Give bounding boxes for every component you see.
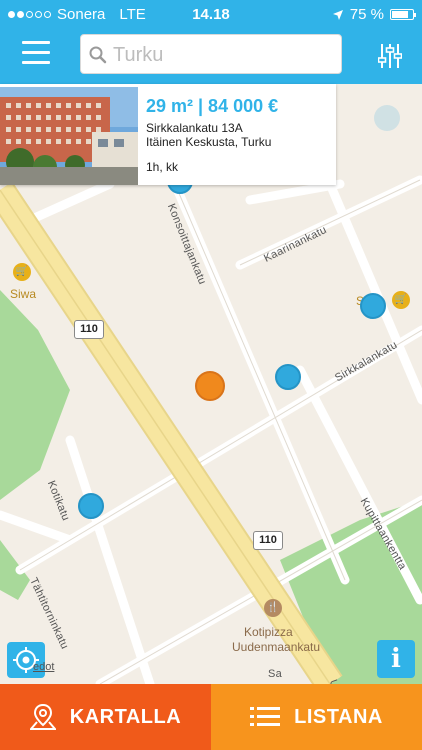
poi-label-kotipizza-street: Uudenmaankatu <box>232 640 321 654</box>
listing-price: 29 m² | 84 000 € <box>146 96 279 116</box>
restaurant-icon[interactable]: 🍴 <box>264 599 282 617</box>
listing-marker[interactable] <box>78 493 104 519</box>
nav-bar <box>0 28 422 84</box>
poi-label-kotipizza: Kotipizza <box>244 625 293 639</box>
listing-marker[interactable] <box>275 364 301 390</box>
listing-address: Sirkkalankatu 13A <box>146 121 243 135</box>
shopping-cart-icon[interactable]: 🛒 <box>392 291 410 309</box>
search-box[interactable] <box>80 34 342 74</box>
status-right: 75 % <box>332 6 416 23</box>
poi-label-siwa: Siwa <box>10 287 37 301</box>
menu-button[interactable] <box>22 41 50 65</box>
listing-area: Itäinen Keskusta, Turku <box>146 135 272 149</box>
battery-icon <box>390 9 416 20</box>
listing-card[interactable]: 29 m² | 84 000 € Sirkkalankatu 13A Itäin… <box>0 84 336 185</box>
listing-rooms: 1h, kk <box>146 160 179 174</box>
list-icon <box>250 707 281 726</box>
info-button[interactable]: i <box>377 640 415 678</box>
info-icon: i <box>391 644 401 674</box>
tab-map-label: KARTALLA <box>69 705 182 728</box>
route-shield: 110 <box>74 320 104 339</box>
tab-list[interactable]: LISTANA <box>211 684 422 750</box>
selected-listing-marker[interactable] <box>195 371 225 401</box>
road-label-sa: Sa <box>268 668 283 680</box>
map-pin-icon <box>29 703 56 730</box>
route-shield: 110 <box>253 531 283 550</box>
shopping-cart-icon[interactable]: 🛒 <box>13 263 31 281</box>
search-icon <box>89 46 107 64</box>
hamburger-menu-icon <box>22 41 50 44</box>
search-input[interactable] <box>111 39 335 71</box>
sliders-filter-icon[interactable] <box>378 42 402 70</box>
location-arrow-icon <box>332 9 343 20</box>
legal-link[interactable]: edot <box>33 661 54 673</box>
tab-bar: KARTALLA LISTANA <box>0 684 422 750</box>
battery-percent: 75 % <box>349 6 384 23</box>
tab-list-label: LISTANA <box>294 705 383 728</box>
listing-photo[interactable] <box>0 87 138 185</box>
listing-marker[interactable] <box>360 293 386 319</box>
status-bar: Sonera LTE 14.18 75 % <box>0 0 422 28</box>
listing-marker[interactable] <box>374 105 400 131</box>
tab-map[interactable]: KARTALLA <box>0 684 211 750</box>
